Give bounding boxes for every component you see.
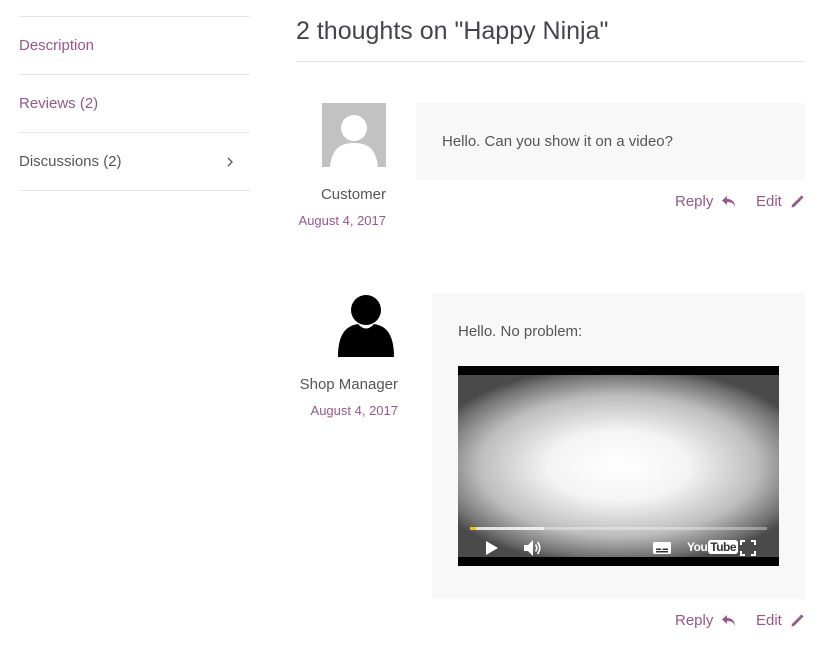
discussion-title: 2 thoughts on "Happy Ninja"	[296, 14, 805, 62]
comment-bubble: Hello. No problem: You Tube	[432, 293, 805, 599]
tab-description-label: Description	[19, 37, 95, 54]
comment-bubble: Hello. Can you show it on a video?	[416, 103, 805, 180]
chevron-right-icon	[227, 157, 233, 166]
reply-arrow-icon	[722, 614, 736, 626]
edit-button[interactable]: Edit	[756, 612, 804, 629]
avatar	[336, 293, 396, 357]
volume-icon[interactable]	[523, 539, 543, 557]
user-silhouette-icon	[338, 295, 394, 357]
comment-author: Customer	[320, 186, 386, 203]
tab-discussions[interactable]: Discussions (2)	[19, 133, 250, 191]
video-buffered	[470, 527, 544, 530]
tab-reviews[interactable]: Reviews (2)	[19, 75, 250, 133]
reply-button[interactable]: Reply	[675, 193, 737, 210]
reply-arrow-icon	[722, 195, 736, 207]
video-played	[470, 527, 476, 530]
fullscreen-icon[interactable]	[740, 540, 756, 556]
comment-author: Shop Manager	[299, 376, 398, 393]
subtitles-icon[interactable]	[652, 541, 672, 555]
tab-reviews-label: Reviews (2)	[19, 95, 99, 112]
video-player[interactable]: You Tube	[458, 366, 779, 566]
pencil-icon	[791, 194, 804, 207]
avatar	[322, 103, 386, 167]
reply-button[interactable]: Reply	[675, 612, 737, 629]
tab-discussions-label: Discussions (2)	[19, 153, 122, 170]
tab-description[interactable]: Description	[19, 17, 250, 75]
product-tabs: Description Reviews (2) Discussions (2)	[19, 16, 250, 191]
youtube-logo[interactable]: You Tube	[687, 540, 739, 554]
comment-date[interactable]: August 4, 2017	[298, 403, 398, 418]
edit-label: Edit	[756, 193, 782, 210]
comment-date[interactable]: August 4, 2017	[286, 213, 386, 228]
video-progress-bar[interactable]	[470, 527, 767, 530]
comment-text: Hello. No problem:	[458, 323, 583, 340]
edit-button[interactable]: Edit	[756, 193, 804, 210]
edit-label: Edit	[756, 612, 782, 629]
comment-text: Hello. Can you show it on a video?	[442, 133, 673, 150]
reply-label: Reply	[675, 193, 714, 210]
reply-label: Reply	[675, 612, 714, 629]
default-avatar-icon	[330, 115, 378, 167]
pencil-icon	[791, 613, 804, 626]
play-icon[interactable]	[485, 540, 499, 556]
